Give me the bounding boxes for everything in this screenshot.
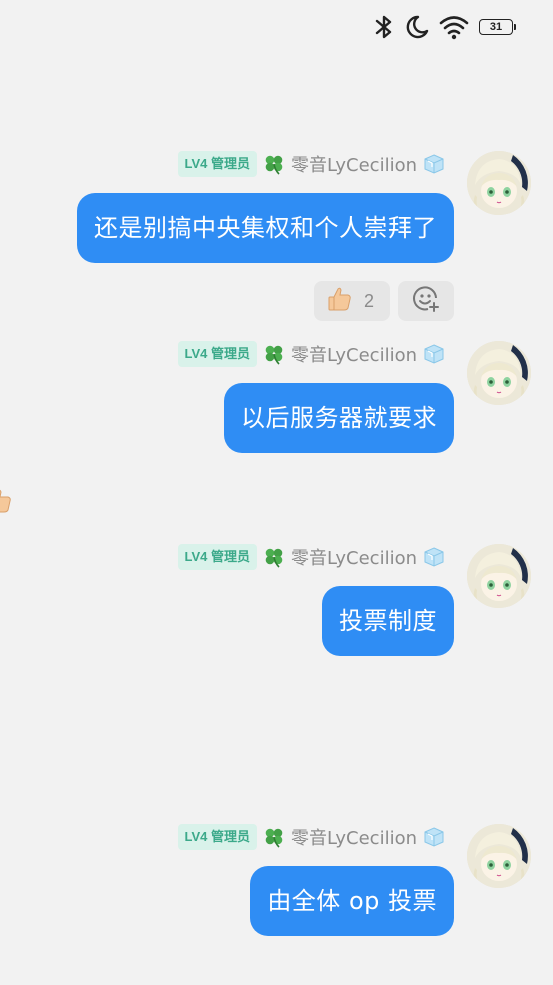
sender-meta: LV4 管理员 零音LyCecilion: [177, 824, 446, 850]
message-bubble[interactable]: 还是别搞中央集权和个人崇拜了: [77, 193, 454, 263]
battery-level: 31: [489, 20, 503, 33]
moon-icon: [405, 14, 429, 40]
sender-nickname[interactable]: 零音LyCecilion: [291, 544, 417, 570]
thumbs-up-icon: [326, 285, 354, 317]
battery-indicator: 31: [479, 19, 516, 35]
avatar[interactable]: [467, 824, 531, 888]
clover-icon: [263, 153, 285, 175]
status-bar: 31: [373, 12, 516, 42]
level-badge: LV4 管理员: [177, 544, 257, 570]
ice-cube-icon: [423, 826, 445, 848]
sender-nickname[interactable]: 零音LyCecilion: [291, 824, 417, 850]
add-emoji-icon: [411, 284, 441, 318]
message-bubble[interactable]: 由全体 op 投票: [250, 866, 454, 936]
bluetooth-icon: [373, 14, 395, 40]
ice-cube-icon: [423, 153, 445, 175]
sender-nickname[interactable]: 零音LyCecilion: [291, 151, 417, 177]
level-badge: LV4 管理员: [177, 341, 257, 367]
avatar[interactable]: [467, 151, 531, 215]
reactions-row: 2: [314, 281, 454, 321]
sender-meta: LV4 管理员 零音LyCecilion: [177, 341, 446, 367]
reaction-count: 2: [364, 290, 375, 311]
ice-cube-icon: [423, 546, 445, 568]
level-badge: LV4 管理员: [177, 824, 257, 850]
clover-icon: [263, 343, 285, 365]
sender-meta: LV4 管理员 零音LyCecilion: [177, 151, 446, 177]
clover-icon: [263, 546, 285, 568]
message-bubble[interactable]: 以后服务器就要求: [224, 383, 454, 453]
avatar[interactable]: [467, 341, 531, 405]
avatar[interactable]: [467, 544, 531, 608]
add-reaction-button[interactable]: [398, 281, 454, 321]
thumbs-up-icon: [0, 486, 14, 520]
wifi-icon: [439, 14, 469, 40]
clover-icon: [263, 826, 285, 848]
ice-cube-icon: [423, 343, 445, 365]
sender-meta: LV4 管理员 零音LyCecilion: [177, 544, 446, 570]
message-bubble[interactable]: 投票制度: [322, 586, 454, 656]
thumbs-up-reaction[interactable]: 2: [314, 281, 390, 321]
level-badge: LV4 管理员: [177, 151, 257, 177]
sender-nickname[interactable]: 零音LyCecilion: [291, 341, 417, 367]
